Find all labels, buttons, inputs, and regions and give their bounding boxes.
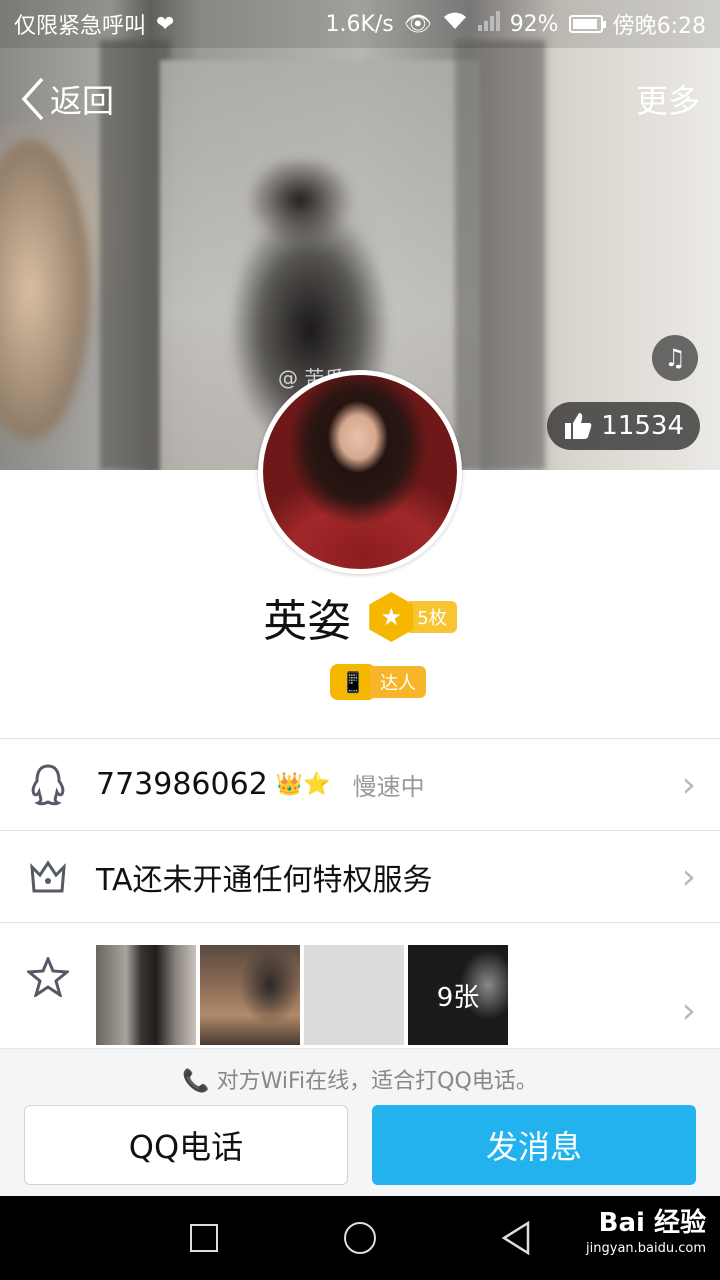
chevron-right-icon: ›: [681, 990, 696, 1032]
music-toggle-button[interactable]: ♫: [652, 335, 698, 381]
qq-number: 773986062: [96, 767, 268, 802]
more-button[interactable]: 更多: [636, 76, 700, 122]
qq-status: 慢速中: [352, 773, 425, 801]
battery-percent: 92%: [509, 11, 559, 37]
square-icon: [190, 1224, 218, 1252]
music-note-icon: ♫: [664, 344, 686, 372]
photo-thumbnail[interactable]: [96, 945, 196, 1045]
photo-count: 9张: [436, 982, 480, 1013]
privilege-text: TA还未开通任何特权服务: [96, 862, 433, 898]
signal-icon: [477, 11, 500, 37]
baidu-brand: Bai 经验: [598, 1208, 706, 1238]
back-system-button[interactable]: [498, 1220, 534, 1256]
photo-wall-row[interactable]: 9张 ›: [0, 923, 720, 1053]
talent-tag: 达人: [370, 666, 426, 698]
profile-name-row: 英姿 ★ 5枚: [0, 585, 720, 649]
medal-badge[interactable]: ★ 5枚: [369, 592, 457, 642]
photo-thumbnail-more[interactable]: 9张: [408, 945, 508, 1045]
home-button[interactable]: [342, 1220, 378, 1256]
back-button[interactable]: 返回: [20, 76, 114, 122]
clock: 傍晚6:28: [612, 14, 706, 39]
wifi-tip: 📞 对方WiFi在线，适合打QQ电话。: [0, 1063, 720, 1095]
like-count: 11534: [601, 411, 684, 441]
crown-outline-icon: [26, 855, 70, 899]
qq-call-button[interactable]: QQ电话: [24, 1105, 348, 1185]
privilege-row[interactable]: TA还未开通任何特权服务 ›: [0, 831, 720, 923]
phone-icon: 📞: [182, 1069, 210, 1094]
like-button[interactable]: 11534: [547, 402, 700, 450]
photo-thumbnails: 9张: [96, 945, 508, 1045]
thumbs-up-icon: [565, 413, 592, 439]
recents-button[interactable]: [186, 1220, 222, 1256]
network-speed: 1.6K/s: [325, 11, 394, 37]
heartbeat-icon: ❤: [156, 11, 175, 37]
battery-icon: [568, 15, 606, 33]
send-message-button[interactable]: 发消息: [372, 1105, 696, 1185]
eye-icon: 👁: [403, 11, 432, 37]
status-bar: 仅限紧急呼叫 ❤ 1.6K/s 👁 92% 傍晚6:28: [0, 0, 720, 48]
chevron-left-icon: [21, 77, 44, 121]
photo-thumbnail[interactable]: [304, 945, 404, 1045]
circle-icon: [344, 1222, 376, 1254]
qq-number-row[interactable]: 773986062 👑⭐ 慢速中 ›: [0, 739, 720, 831]
talent-badge[interactable]: 📱 达人: [330, 664, 426, 700]
photo-thumbnail[interactable]: [200, 945, 300, 1045]
vip-crown-icon: 👑⭐: [275, 772, 331, 797]
medal-count: 5枚: [409, 601, 457, 633]
bottom-action-bar: 📞 对方WiFi在线，适合打QQ电话。 QQ电话 发消息: [0, 1048, 720, 1196]
cover-bg-face: [0, 140, 90, 440]
penguin-icon: [26, 763, 70, 807]
profile-name: 英姿: [263, 596, 352, 647]
profile-info-list: 773986062 👑⭐ 慢速中 › TA还未开通任何特权服务 › 9张 ›: [0, 738, 720, 1053]
chevron-right-icon: ›: [681, 856, 696, 897]
avatar[interactable]: [258, 370, 462, 574]
baidu-jingyan-watermark: Bai 经验 jingyan.baidu.com: [586, 1210, 706, 1255]
wifi-tip-text: 对方WiFi在线，适合打QQ电话。: [216, 1069, 538, 1094]
triangle-back-icon: [501, 1221, 530, 1255]
top-nav: 返回 更多: [0, 64, 720, 134]
photo-wall-star-icon: [26, 955, 70, 999]
system-nav-bar: Bai 经验 jingyan.baidu.com: [0, 1196, 720, 1280]
baidu-url: jingyan.baidu.com: [586, 1241, 706, 1256]
star-medal-icon: ★: [369, 592, 414, 642]
wifi-icon: [442, 11, 468, 37]
back-label: 返回: [50, 82, 115, 120]
carrier-text: 仅限紧急呼叫: [14, 14, 147, 39]
chevron-right-icon: ›: [681, 764, 696, 805]
